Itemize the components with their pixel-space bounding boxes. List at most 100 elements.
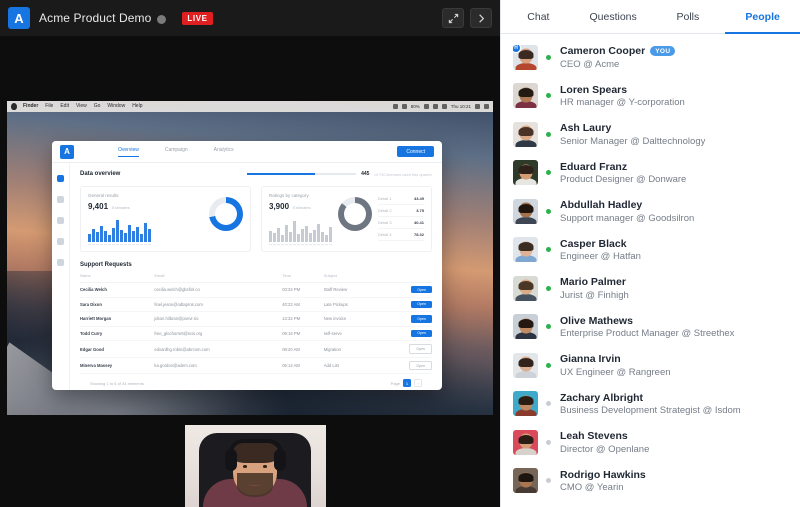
status-indicator: [546, 440, 551, 445]
nav-analytics[interactable]: Analytics: [214, 147, 234, 157]
person-info: Olive MathewsEnterprise Product Manager …: [560, 315, 790, 340]
menu-help[interactable]: Help: [132, 104, 142, 109]
open-button[interactable]: Open: [411, 315, 432, 322]
battery-percent: 80%: [411, 104, 420, 109]
open-button[interactable]: Open: [411, 286, 432, 293]
home-icon[interactable]: [57, 175, 64, 182]
status-indicator: [546, 401, 551, 406]
table-row[interactable]: Minerva Masseyka.gordon@adem.com05:14 AM…: [80, 357, 432, 374]
list-item[interactable]: Zachary AlbrightBusiness Development Str…: [501, 385, 800, 424]
table-footer: Showing 1 to 6 of 34 elements Page 1 ›: [80, 374, 432, 387]
self-video-thumbnail[interactable]: [185, 425, 326, 507]
open-button[interactable]: Open: [411, 301, 432, 308]
list-item[interactable]: Gianna IrvinUX Engineer @ Rangreen: [501, 346, 800, 385]
list-item[interactable]: Leah StevensDirector @ Openlane: [501, 423, 800, 462]
page-1-button[interactable]: 1: [403, 379, 411, 387]
bar: [140, 234, 143, 242]
open-button[interactable]: Open: [409, 361, 432, 370]
bluetooth-icon[interactable]: [433, 104, 438, 109]
chevron-right-icon[interactable]: [470, 8, 492, 28]
chart-icon[interactable]: [57, 238, 64, 245]
table-cell: 09:16 PM: [282, 326, 324, 341]
wifi-icon[interactable]: [424, 104, 429, 109]
avatar-body: [515, 371, 536, 378]
search-icon[interactable]: [475, 104, 480, 109]
status-indicator: [546, 478, 551, 483]
menu-view[interactable]: View: [76, 104, 87, 109]
person-info: Casper BlackEngineer @ Hatfan: [560, 238, 790, 263]
tab-people[interactable]: People: [725, 0, 800, 33]
person-role: Senior Manager @ Dalttechnology: [560, 136, 790, 147]
headphone-band-icon: [229, 439, 283, 453]
table-cell: free_glochorrett@scis.org: [154, 326, 282, 341]
tab-polls[interactable]: Polls: [651, 0, 726, 33]
nav-campaign[interactable]: Campaign: [165, 147, 188, 157]
folder-icon[interactable]: [57, 217, 64, 224]
dropbox-icon[interactable]: [393, 104, 398, 109]
table-row[interactable]: Sara Dixonfinel.jeson@odtapros.com40:22 …: [80, 297, 432, 312]
settings-icon[interactable]: [57, 259, 64, 266]
table-row[interactable]: Edgar Goodedvardhg.robin@abrcom.com08:20…: [80, 341, 432, 358]
bar: [269, 231, 272, 242]
tab-questions[interactable]: Questions: [576, 0, 651, 33]
legend: Detail 143.49Detail 23.75Detail 340.41De…: [378, 193, 424, 241]
list-item[interactable]: Ash LaurySenior Manager @ Dalttechnology: [501, 115, 800, 154]
table-cell: 08:20 AM: [282, 341, 324, 358]
bar-tick: [116, 244, 119, 245]
tab-chat[interactable]: Chat: [501, 0, 576, 33]
legend-row: Detail 478.32: [378, 229, 424, 241]
table-row[interactable]: Todd Curryfree_glochorrett@scis.org09:16…: [80, 326, 432, 341]
avatar-hair: [518, 435, 533, 444]
menu-finder[interactable]: Finder: [23, 104, 38, 109]
person-name-text: Casper Black: [560, 238, 627, 250]
avatar-hair: [518, 50, 533, 59]
link-icon[interactable]: [57, 196, 64, 203]
list-item[interactable]: Rodrigo HawkinsCMO @ Yearin: [501, 462, 800, 501]
list-item[interactable]: Mario PalmerJurist @ Finhigh: [501, 269, 800, 308]
bar: [108, 235, 111, 242]
battery-icon[interactable]: [402, 104, 407, 109]
bar: [313, 230, 316, 242]
connect-button[interactable]: Connect: [397, 146, 434, 157]
person-name-text: Gianna Irvin: [560, 353, 621, 365]
next-page-icon[interactable]: ›: [414, 379, 422, 387]
avatar-hair: [518, 204, 533, 213]
avatar: [513, 276, 538, 301]
table-cell-action: Open: [379, 312, 432, 327]
avatar-hair: [518, 358, 533, 367]
bar-axis: [88, 244, 203, 245]
avatar-body: [515, 178, 536, 185]
table-cell: New invoice: [324, 312, 380, 327]
menu-file[interactable]: File: [45, 104, 53, 109]
list-item[interactable]: Olive MathewsEnterprise Product Manager …: [501, 308, 800, 347]
progress-value: 445: [361, 171, 369, 177]
table-header-cell: Name: [80, 273, 154, 283]
menu-go[interactable]: Go: [94, 104, 101, 109]
avatar-body: [515, 217, 536, 224]
open-button[interactable]: Open: [409, 344, 432, 353]
info-icon[interactable]: [157, 15, 166, 24]
volume-icon[interactable]: [442, 104, 447, 109]
nav-overview[interactable]: Overview: [118, 147, 139, 157]
table-row[interactable]: Cecilia Welchcecilia.welch@gbcfinl.co03:…: [80, 283, 432, 298]
menu-edit[interactable]: Edit: [60, 104, 69, 109]
list-item[interactable]: Abdullah HadleySupport manager @ Goodsil…: [501, 192, 800, 231]
list-item[interactable]: Loren SpearsHR manager @ Y-corporation: [501, 77, 800, 116]
app-nav: Overview Campaign Analytics: [118, 147, 234, 157]
bar: [325, 235, 328, 242]
list-item[interactable]: HCameron CooperYOUCEO @ Acme: [501, 38, 800, 77]
person-role: HR manager @ Y-corporation: [560, 97, 790, 108]
mac-menu-bar: Finder File Edit View Go Window Help 80%…: [7, 101, 493, 112]
table-cell: Add List: [324, 357, 380, 374]
person-role: Support manager @ Goodsilron: [560, 213, 790, 224]
list-item[interactable]: Casper BlackEngineer @ Hatfan: [501, 231, 800, 270]
meeting-app: A Acme Product Demo LIVE: [0, 0, 800, 507]
open-button[interactable]: Open: [411, 330, 432, 337]
expand-icon[interactable]: [442, 8, 464, 28]
bar-tick: [136, 244, 139, 245]
list-item[interactable]: Eduard FranzProduct Designer @ Donware: [501, 154, 800, 193]
control-center-icon[interactable]: [484, 104, 489, 109]
table-row[interactable]: Harriett Morganjdson.hilbran@ponvr.rio13…: [80, 312, 432, 327]
donut-chart: [338, 197, 372, 231]
menu-window[interactable]: Window: [107, 104, 125, 109]
